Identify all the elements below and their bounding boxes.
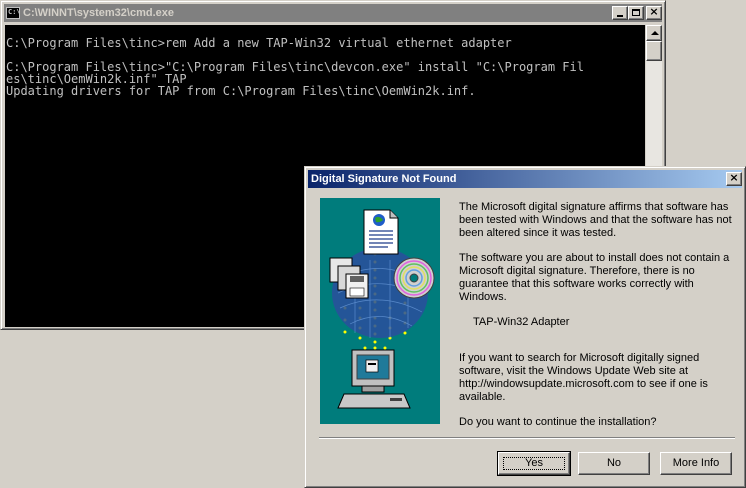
document-icon xyxy=(363,209,399,255)
continue-question: Do you want to continue the installation… xyxy=(459,416,657,428)
driver-signing-illustration xyxy=(320,198,440,424)
cd-rom-icon xyxy=(393,257,435,299)
maximize-button[interactable] xyxy=(628,6,644,20)
more-info-button-label: More Info xyxy=(672,457,720,469)
windows-update-text: If you want to search for Microsoft digi… xyxy=(459,352,708,403)
signature-explanation-text: The Microsoft digital signature affirms … xyxy=(459,201,732,239)
no-button[interactable]: No xyxy=(578,452,650,475)
device-name: TAP-Win32 Adapter xyxy=(473,316,570,328)
scroll-up-button[interactable] xyxy=(646,25,662,41)
console-icon: C:\ xyxy=(6,7,20,19)
minimize-icon xyxy=(617,15,623,17)
digital-signature-dialog: Digital Signature Not Found × The Micros… xyxy=(304,166,746,488)
arrow-up-icon xyxy=(651,31,659,35)
illustration-graphic xyxy=(329,209,435,409)
unsigned-warning-text: The software you are about to install do… xyxy=(459,252,730,303)
console-line: C:\Program Files\tinc>rem Add a new TAP-… xyxy=(6,36,512,50)
maximize-icon xyxy=(632,9,640,16)
dialog-separator xyxy=(319,437,735,439)
computer-icon xyxy=(337,349,411,409)
yes-button[interactable]: Yes xyxy=(497,451,571,476)
scrollbar-thumb[interactable] xyxy=(646,41,662,61)
more-info-button[interactable]: More Info xyxy=(660,452,732,475)
close-icon: × xyxy=(649,5,659,18)
console-line: Updating drivers for TAP from C:\Program… xyxy=(6,84,476,98)
cmd-window-title: C:\WINNT\system32\cmd.exe xyxy=(23,7,174,19)
cmd-close-button[interactable]: × xyxy=(646,5,662,20)
cmd-title-bar[interactable]: C:\ C:\WINNT\system32\cmd.exe × xyxy=(4,4,662,22)
minimize-button[interactable] xyxy=(612,6,628,20)
dialog-close-button[interactable]: × xyxy=(726,171,742,186)
close-icon: × xyxy=(729,171,739,184)
yes-button-label: Yes xyxy=(525,457,543,469)
dialog-title: Digital Signature Not Found xyxy=(311,173,457,185)
dialog-title-bar[interactable]: Digital Signature Not Found × xyxy=(308,170,742,188)
no-button-label: No xyxy=(606,457,622,469)
